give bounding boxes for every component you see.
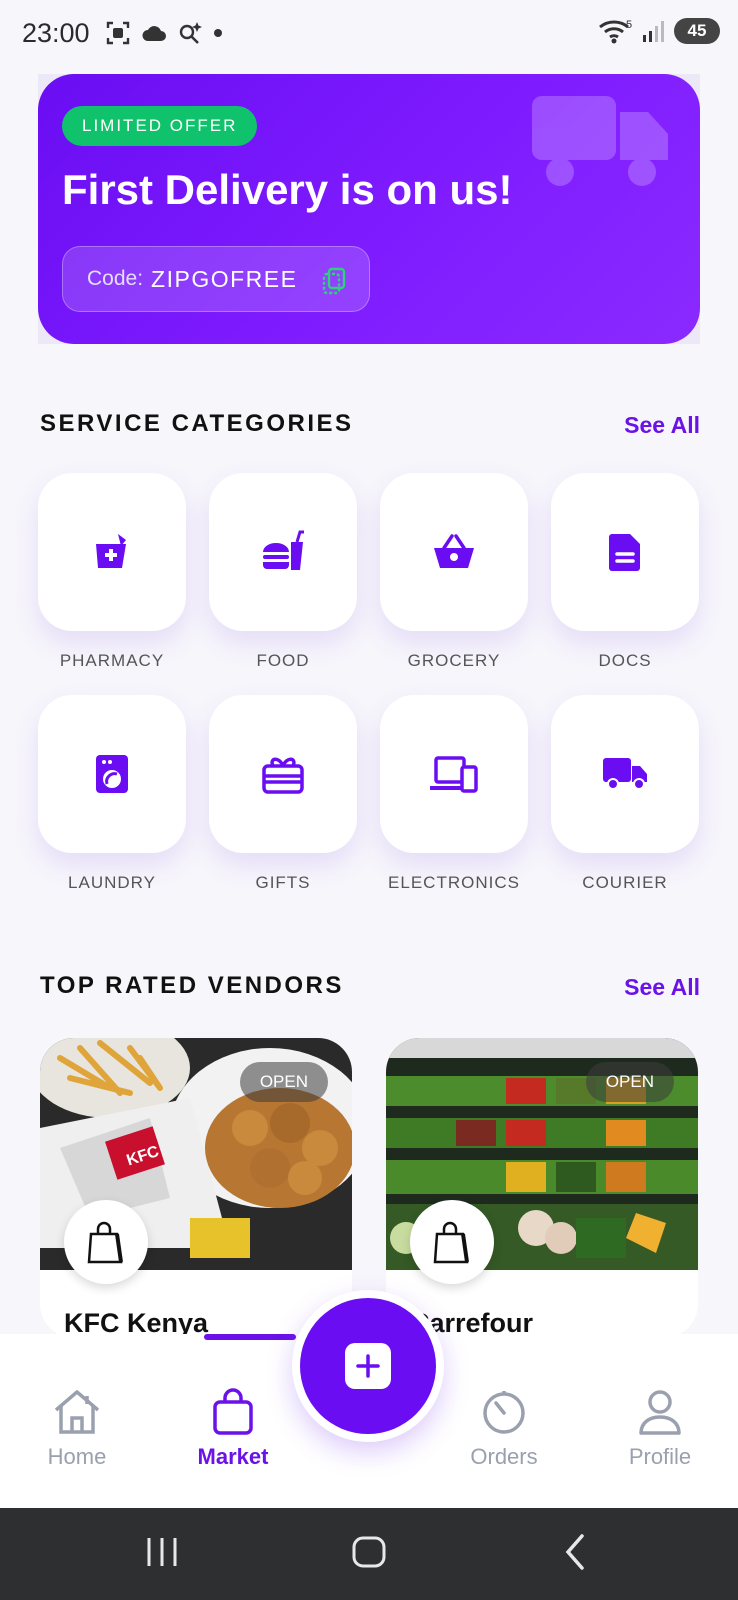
category-food[interactable]: FOOD xyxy=(209,473,357,671)
promo-banner-wrapper: LIMITED OFFER First Delivery is on us! C… xyxy=(38,74,700,344)
vendor-shop-icon-badge xyxy=(64,1200,148,1284)
wifi-icon: 5 xyxy=(599,19,632,44)
devices-icon xyxy=(430,756,478,793)
category-label: DOCS xyxy=(598,651,652,670)
vendor-shop-icon-badge xyxy=(410,1200,494,1284)
category-laundry[interactable]: LAUNDRY xyxy=(38,695,186,893)
category-card[interactable] xyxy=(380,473,528,631)
category-courier[interactable]: COURIER xyxy=(551,695,699,893)
category-grocery[interactable]: GROCERY xyxy=(380,473,528,671)
cloud-icon xyxy=(142,26,166,41)
timer-icon xyxy=(483,1391,525,1434)
promo-title: First Delivery is on us! xyxy=(62,166,513,213)
vendor-card-carrefour[interactable]: OPEN Carrefour xyxy=(386,1038,698,1338)
status-notification-icons xyxy=(105,20,223,46)
top-vendors-title: TOP RATED VENDORS xyxy=(40,972,344,999)
status-right: 5 45 xyxy=(598,18,720,44)
fab-inner xyxy=(345,1343,391,1389)
nav-label: Home xyxy=(47,1444,107,1469)
pharmacy-icon xyxy=(96,534,126,568)
shopping-bag-icon xyxy=(433,1221,469,1264)
category-card[interactable] xyxy=(551,473,699,631)
promo-code-box[interactable]: Code: ZIPGOFREE xyxy=(62,246,370,312)
screenshot-icon xyxy=(106,21,130,45)
status-bar: 23:00 5 45 xyxy=(0,0,738,70)
category-card[interactable] xyxy=(551,695,699,853)
plus-icon xyxy=(356,1354,380,1378)
category-card[interactable] xyxy=(38,695,186,853)
nav-profile[interactable]: Profile xyxy=(600,1388,720,1470)
document-icon xyxy=(609,534,640,571)
category-label: GROCERY xyxy=(407,651,501,670)
status-time: 23:00 xyxy=(22,18,90,48)
svg-text:5: 5 xyxy=(626,19,632,31)
battery-indicator: 45 xyxy=(674,18,720,44)
shopping-bag-icon xyxy=(87,1221,123,1264)
copy-icon[interactable] xyxy=(321,267,347,295)
category-card[interactable] xyxy=(209,473,357,631)
back-icon[interactable] xyxy=(560,1532,590,1572)
dot-icon xyxy=(214,29,222,37)
truck-watermark-icon xyxy=(532,96,668,186)
recent-apps-icon[interactable] xyxy=(145,1532,179,1572)
user-icon xyxy=(639,1390,681,1435)
promo-banner[interactable]: LIMITED OFFER First Delivery is on us! C… xyxy=(38,74,700,344)
home-icon xyxy=(54,1390,100,1434)
nav-market[interactable]: Market xyxy=(173,1388,293,1470)
category-electronics[interactable]: ELECTRONICS xyxy=(380,695,528,893)
promo-code-label: Code: xyxy=(87,267,144,290)
category-pharmacy[interactable]: PHARMACY xyxy=(38,473,186,671)
food-icon xyxy=(263,530,304,570)
vendors-see-all-link[interactable]: See All xyxy=(624,974,700,1001)
category-card[interactable] xyxy=(38,473,186,631)
truck-icon xyxy=(603,758,647,790)
service-categories-title: SERVICE CATEGORIES xyxy=(40,410,354,437)
vendor-open-badge: OPEN xyxy=(239,1062,328,1102)
category-card[interactable] xyxy=(380,695,528,853)
limited-offer-badge: LIMITED OFFER xyxy=(62,106,258,146)
active-tab-indicator xyxy=(204,1334,296,1340)
category-gifts[interactable]: GIFTS xyxy=(209,695,357,893)
basket-icon xyxy=(434,534,474,568)
category-card[interactable] xyxy=(209,695,357,853)
category-docs[interactable]: DOCS xyxy=(551,473,699,671)
signal-icon xyxy=(643,21,664,42)
nav-orders[interactable]: Orders xyxy=(444,1388,564,1470)
category-label: ELECTRONICS xyxy=(388,873,520,892)
add-fab-button[interactable] xyxy=(300,1298,436,1434)
vendor-card-kfc[interactable]: KFC OPEN KFC Kenya xyxy=(40,1038,352,1338)
category-label: PHARMACY xyxy=(59,651,165,670)
system-navigation-bar xyxy=(0,1508,738,1600)
category-label: FOOD xyxy=(256,651,310,670)
washing-machine-icon xyxy=(96,755,128,793)
nav-label: Orders xyxy=(470,1444,538,1469)
category-label: LAUNDRY xyxy=(68,873,156,892)
home-system-icon[interactable] xyxy=(350,1532,388,1572)
sparkle-search-icon xyxy=(179,22,202,44)
nav-label: Profile xyxy=(628,1444,692,1469)
shopping-bag-icon xyxy=(213,1388,253,1435)
gift-icon xyxy=(262,757,304,794)
category-label: COURIER xyxy=(582,873,668,892)
promo-code-value: ZIPGOFREE xyxy=(151,265,298,292)
vendor-open-badge: OPEN xyxy=(585,1062,674,1102)
categories-see-all-link[interactable]: See All xyxy=(624,412,700,439)
category-label: GIFTS xyxy=(255,873,311,892)
nav-label: Market xyxy=(197,1444,269,1469)
nav-home[interactable]: Home xyxy=(17,1388,137,1470)
